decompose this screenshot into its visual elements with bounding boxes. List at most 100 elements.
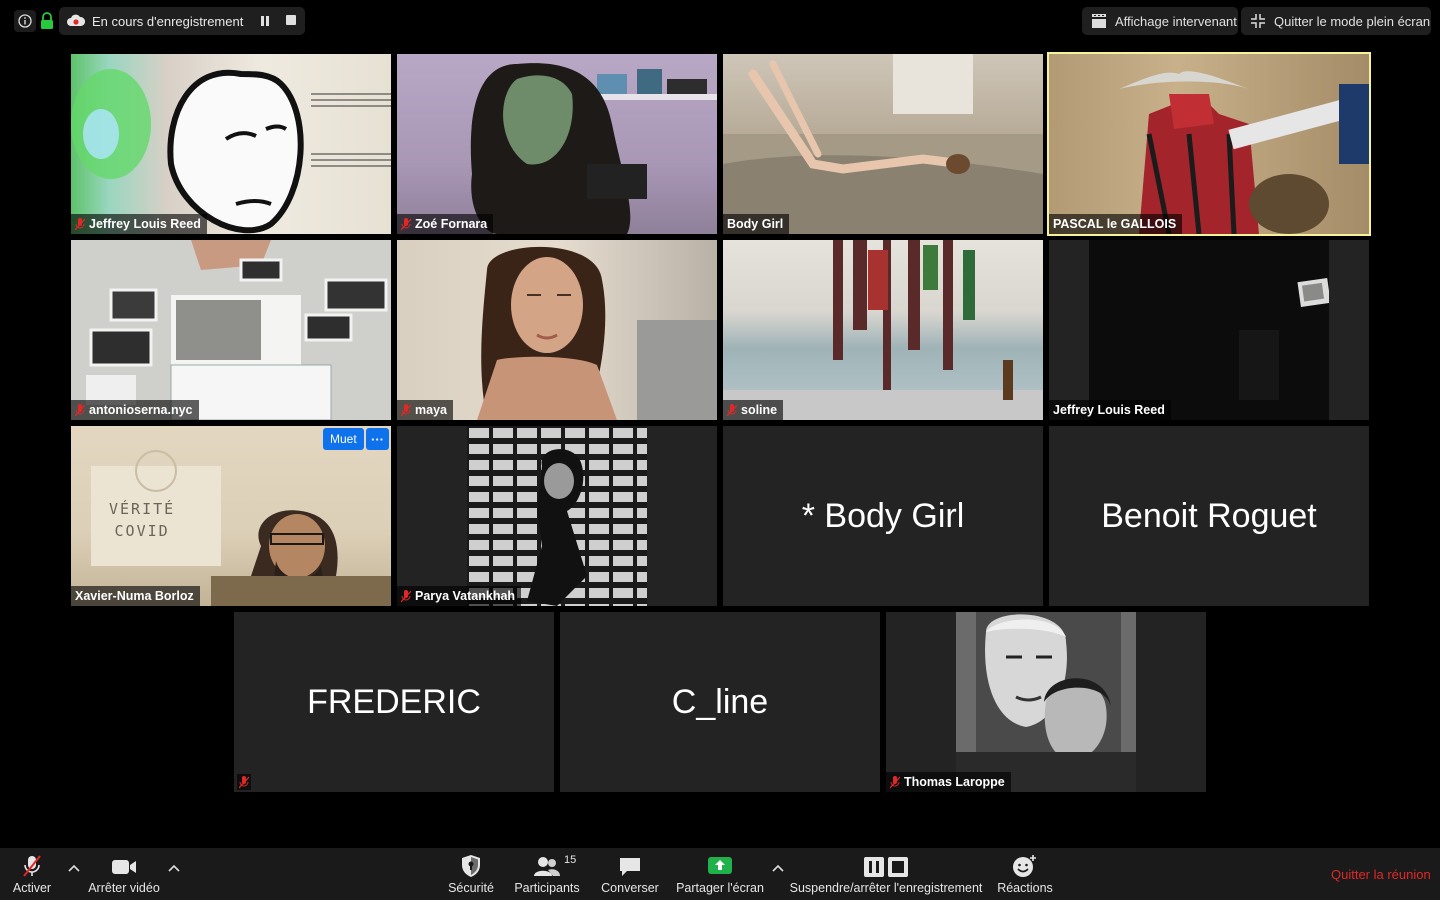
participant-name: Jeffrey Louis Reed — [89, 217, 201, 231]
video-tile[interactable]: Body Girl — [723, 54, 1043, 234]
exit-fullscreen-button[interactable]: Quitter le mode plein écran — [1241, 7, 1431, 35]
participant-name: PASCAL le GALLOIS — [1053, 217, 1177, 231]
participants-icon — [534, 857, 560, 876]
camera-off-tile[interactable]: FREDERIC — [234, 612, 554, 792]
security-label: Sécurité — [448, 881, 494, 895]
video-feed — [723, 54, 1043, 234]
camera-off-tile[interactable]: C_line — [560, 612, 880, 792]
participant-name-tag: maya — [397, 400, 453, 420]
exit-fullscreen-icon — [1251, 14, 1265, 28]
muted-mic-icon — [401, 589, 411, 602]
participant-display-name: * Body Girl — [801, 496, 965, 535]
top-bar: En cours d'enregistrement Affichage inte… — [0, 0, 1440, 44]
video-camera-icon — [112, 860, 136, 874]
chat-button[interactable]: Converser — [600, 848, 660, 900]
stop-video-label: Arrêter vidéo — [88, 881, 160, 895]
participant-name-tag: antonioserna.nyc — [71, 400, 199, 420]
video-tile[interactable]: antonioserna.nyc — [71, 240, 391, 420]
sign-text: VÉRITÉ COVID — [109, 498, 175, 542]
participant-name: Zoé Fornara — [415, 217, 488, 231]
participants-label: Participants — [514, 881, 580, 895]
sign-line: COVID — [114, 522, 170, 540]
participant-name: soline — [741, 403, 778, 417]
muted-mic-icon — [727, 403, 737, 416]
video-feed — [467, 426, 647, 606]
video-tile[interactable]: maya — [397, 240, 717, 420]
camera-off-tile[interactable]: * Body Girl — [723, 426, 1043, 606]
video-feed — [397, 54, 717, 234]
cloud-recording-icon — [67, 14, 85, 26]
exit-fullscreen-label: Quitter le mode plein écran — [1274, 13, 1431, 29]
video-tile[interactable]: Zoé Fornara — [397, 54, 717, 234]
chat-bubble-icon — [620, 858, 640, 876]
security-button[interactable]: Sécurité — [444, 848, 498, 900]
sign-line: VÉRITÉ — [109, 500, 176, 518]
participant-display-name: C_line — [671, 682, 769, 721]
participant-display-name: Benoit Roguet — [1101, 496, 1317, 535]
participant-name: Xavier-Numa Borloz — [75, 589, 194, 603]
muted-mic-icon — [401, 217, 411, 230]
video-tile[interactable]: VÉRITÉ COVID Muet ··· Xavier-Numa Borloz — [71, 426, 391, 606]
share-options-chevron-icon[interactable] — [772, 864, 784, 872]
participant-name-tag: Body Girl — [723, 214, 790, 234]
participant-name: maya — [415, 403, 447, 417]
muted-mic-icon — [401, 403, 411, 416]
video-feed — [1049, 54, 1369, 234]
participant-name-tag: Xavier-Numa Borloz — [71, 586, 200, 606]
participant-name-tag: PASCAL le GALLOIS — [1049, 214, 1183, 234]
video-tile[interactable]: soline — [723, 240, 1043, 420]
muted-mic-indicator — [237, 774, 251, 790]
speaker-view-button[interactable]: Affichage intervenant — [1082, 7, 1238, 35]
stop-video-button[interactable]: Arrêter vidéo — [86, 848, 162, 900]
video-tile[interactable]: Jeffrey Louis Reed — [1049, 240, 1369, 420]
participants-count: 15 — [564, 854, 577, 866]
reactions-button[interactable]: Réactions — [996, 848, 1054, 900]
share-screen-label: Partager l'écran — [676, 881, 764, 895]
participant-name-tag: Thomas Laroppe — [886, 772, 1011, 792]
participant-name: Jeffrey Louis Reed — [1053, 403, 1165, 417]
mute-participant-button[interactable]: Muet — [323, 428, 364, 450]
video-feed: VÉRITÉ COVID — [71, 426, 391, 606]
participant-name-tag: soline — [723, 400, 784, 420]
encryption-lock-icon[interactable] — [40, 12, 54, 30]
video-tile[interactable]: Jeffrey Louis Reed — [71, 54, 391, 234]
pause-stop-recording-label: Suspendre/arrêter l'enregistrement — [789, 881, 983, 895]
participant-display-name: FREDERIC — [307, 682, 481, 721]
recording-label: En cours d'enregistrement — [92, 13, 244, 29]
unmute-button[interactable]: Activer — [8, 848, 56, 900]
share-screen-button[interactable]: Partager l'écran — [675, 848, 765, 900]
video-tile[interactable]: Parya Vatankhah — [397, 426, 717, 606]
meeting-controls-toolbar: Activer Arrêter vidéo Sécurité 15 Partic… — [0, 848, 1440, 900]
chat-label: Converser — [601, 881, 659, 895]
video-tile[interactable]: Thomas Laroppe — [886, 612, 1206, 792]
reactions-smiley-icon — [1013, 855, 1036, 877]
participant-name: Body Girl — [727, 217, 784, 231]
video-feed — [71, 54, 391, 234]
muted-mic-icon — [890, 775, 900, 788]
muted-microphone-icon — [23, 855, 41, 877]
muted-mic-icon — [75, 403, 85, 416]
meeting-info-icon[interactable] — [14, 10, 36, 32]
muted-mic-icon — [75, 217, 85, 230]
speaker-view-label: Affichage intervenant — [1115, 13, 1237, 29]
stop-recording-icon[interactable] — [286, 15, 296, 25]
video-feed — [723, 240, 1043, 420]
reactions-label: Réactions — [997, 881, 1053, 895]
pause-stop-recording-button[interactable]: Suspendre/arrêter l'enregistrement — [790, 848, 982, 900]
participant-name: antonioserna.nyc — [89, 403, 193, 417]
muted-mic-icon — [239, 775, 249, 788]
pause-recording-icon[interactable] — [258, 14, 272, 28]
participants-button[interactable]: 15 Participants — [512, 848, 582, 900]
more-options-button[interactable]: ··· — [366, 428, 389, 450]
shield-icon — [462, 855, 480, 877]
video-options-chevron-icon[interactable] — [168, 864, 180, 872]
leave-meeting-button[interactable]: Quitter la réunion — [1331, 867, 1431, 882]
audio-options-chevron-icon[interactable] — [68, 864, 80, 872]
participant-name: Thomas Laroppe — [904, 775, 1005, 789]
recording-indicator: En cours d'enregistrement — [59, 7, 305, 35]
video-feed — [1089, 240, 1331, 420]
participant-name-tag: Jeffrey Louis Reed — [1049, 400, 1171, 420]
participant-name-tag: Jeffrey Louis Reed — [71, 214, 207, 234]
active-speaker-tile[interactable]: PASCAL le GALLOIS — [1047, 52, 1371, 236]
camera-off-tile[interactable]: Benoit Roguet — [1049, 426, 1369, 606]
